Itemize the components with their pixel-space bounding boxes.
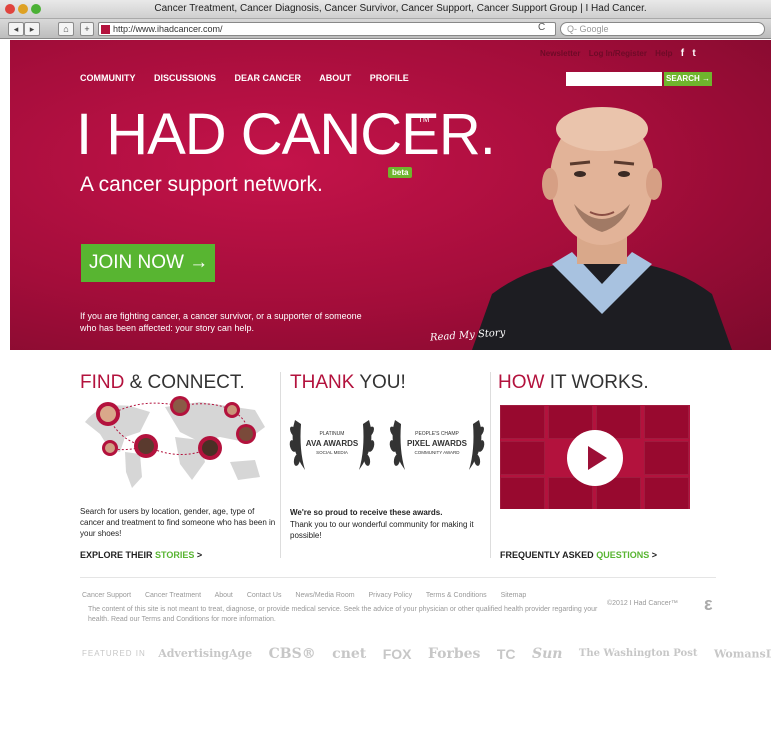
url-text: http://www.ihadcancer.com/ — [113, 24, 223, 34]
nav-about[interactable]: ABOUT — [319, 73, 351, 83]
nav-discussions[interactable]: DISCUSSIONS — [154, 73, 216, 83]
press-logo-cnet: cnet — [332, 645, 367, 662]
find-description: Search for users by location, gender, ag… — [80, 507, 276, 538]
hero-intro-text: If you are fighting cancer, a cancer sur… — [80, 311, 362, 333]
featured-in-label: FEATURED IN — [82, 649, 146, 659]
nav-dear-cancer[interactable]: DEAR CANCER — [235, 73, 302, 83]
laurel-left-icon — [289, 420, 305, 470]
disclaimer-text: The content of this site is not meant to… — [88, 606, 598, 623]
svg-text:PLATINUM: PLATINUM — [320, 431, 345, 437]
twitter-icon[interactable]: t — [692, 48, 695, 59]
close-window-button[interactable] — [5, 4, 15, 14]
reload-icon[interactable]: C — [538, 22, 545, 34]
nav-community[interactable]: COMMUNITY — [80, 73, 136, 83]
featured-in-bar: FEATURED IN AdvertisingAge CBS® cnet FOX… — [82, 645, 771, 663]
utility-links: Newsletter Log In/Register Help f t — [540, 48, 702, 59]
favicon-icon — [101, 25, 110, 34]
footer-link[interactable]: Terms & Conditions — [426, 592, 487, 599]
login-register-link[interactable]: Log In/Register — [589, 49, 647, 58]
nav-profile[interactable]: PROFILE — [370, 73, 409, 83]
svg-text:PEOPLE'S CHAMP: PEOPLE'S CHAMP — [415, 431, 459, 437]
svg-text:COMMUNITY AWARD: COMMUNITY AWARD — [414, 450, 460, 455]
footer-link[interactable]: About — [215, 592, 233, 599]
press-logo-advertising-age: AdvertisingAge — [158, 647, 253, 661]
press-logo-cbs: CBS® — [268, 645, 316, 662]
hero-banner: Newsletter Log In/Register Help f t COMM… — [10, 40, 771, 350]
awards-headline: We're so proud to receive these awards. — [290, 508, 443, 517]
browser-search-field[interactable]: Q- Google — [560, 22, 765, 36]
join-now-button[interactable]: JOIN NOW → — [81, 244, 215, 282]
footer-logo-icon[interactable]: ε — [704, 594, 713, 615]
svg-text:SOCIAL MEDIA: SOCIAL MEDIA — [316, 450, 348, 455]
browser-toolbar: ◂ ▸ ⌂ + http://www.ihadcancer.com/ C Q- … — [0, 19, 771, 39]
back-button[interactable]: ◂ — [8, 22, 24, 36]
footer-link[interactable]: Cancer Support — [82, 592, 131, 599]
how-it-works-video[interactable] — [500, 405, 690, 509]
faq-link[interactable]: FREQUENTLY ASKED QUESTIONS > — [500, 550, 657, 560]
minimize-window-button[interactable] — [18, 4, 28, 14]
column-divider — [490, 372, 491, 558]
home-icon[interactable]: ⌂ — [58, 22, 74, 36]
browser-window: Cancer Treatment, Cancer Diagnosis, Canc… — [0, 0, 771, 752]
world-map-illustration[interactable] — [80, 392, 270, 492]
window-title: Cancer Treatment, Cancer Diagnosis, Canc… — [154, 3, 647, 14]
featured-member-photo[interactable] — [462, 84, 742, 350]
footer-link[interactable]: Cancer Treatment — [145, 592, 201, 599]
trademark-mark: TM — [418, 115, 430, 124]
footer-link[interactable]: Contact Us — [247, 592, 282, 599]
address-bar[interactable]: http://www.ihadcancer.com/ — [98, 22, 556, 36]
footer-links: Cancer Support Cancer Treatment About Co… — [82, 592, 538, 599]
help-link[interactable]: Help — [655, 49, 672, 58]
forward-button[interactable]: ▸ — [24, 22, 40, 36]
press-logo-sun: Sun — [531, 645, 563, 662]
find-connect-heading: FIND & CONNECT. — [80, 372, 245, 393]
footer-divider — [80, 577, 716, 578]
site-logo[interactable]: I HAD CANCER. — [76, 106, 496, 164]
svg-text:AVA AWARDS: AVA AWARDS — [306, 439, 359, 448]
beta-badge: beta — [388, 167, 413, 178]
title-bar: Cancer Treatment, Cancer Diagnosis, Canc… — [0, 0, 771, 19]
main-nav: COMMUNITY DISCUSSIONS DEAR CANCER ABOUT … — [80, 73, 425, 83]
svg-text:PIXEL AWARDS: PIXEL AWARDS — [407, 439, 468, 448]
press-logo-washington-post: The Washington Post — [578, 648, 698, 660]
press-logo-womans-day: WomansDay — [713, 647, 771, 661]
how-it-works-heading: HOW IT WORKS. — [498, 372, 649, 393]
tagline: A cancer support network. — [80, 173, 323, 196]
copyright-text: ©2012 I Had Cancer™ — [607, 600, 678, 607]
press-logo-techcrunch: TC — [496, 645, 516, 662]
footer-link[interactable]: News/Media Room — [295, 592, 354, 599]
play-icon — [588, 446, 607, 470]
footer-link[interactable]: Privacy Policy — [369, 592, 413, 599]
explore-stories-link[interactable]: EXPLORE THEIR STORIES > — [80, 550, 202, 560]
add-bookmark-button[interactable]: + — [80, 22, 94, 36]
press-logo-fox: FOX — [382, 645, 412, 662]
facebook-icon[interactable]: f — [681, 48, 684, 59]
press-logo-forbes: Forbes — [427, 645, 481, 662]
awards-text: Thank you to our wonderful community for… — [290, 520, 474, 540]
awards-laurels: PLATINUM AVA AWARDS SOCIAL MEDIA PEOPLE'… — [289, 420, 485, 470]
footer-link[interactable]: Sitemap — [501, 592, 527, 599]
thank-you-heading: THANK YOU! — [290, 372, 406, 393]
newsletter-link[interactable]: Newsletter — [540, 49, 580, 58]
column-divider — [280, 372, 281, 558]
